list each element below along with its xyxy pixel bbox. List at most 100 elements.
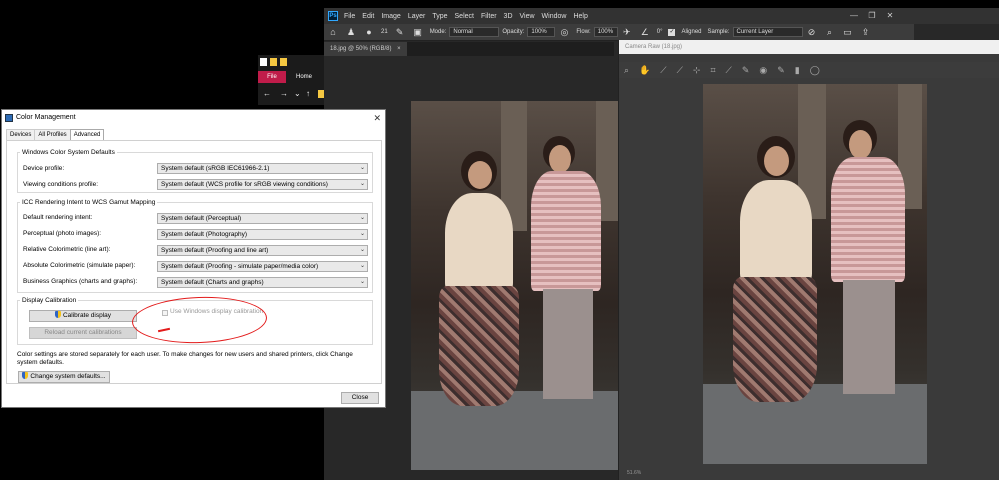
- device-profile-value: System default (sRGB IEC61966-2.1): [161, 165, 270, 172]
- color-management-dialog: Color Management ✕ Devices All Profiles …: [1, 109, 386, 408]
- brush-size-value: 21: [381, 29, 388, 35]
- menu-file[interactable]: File: [344, 13, 355, 20]
- mode-label: Mode:: [429, 29, 447, 35]
- calibration-group-legend: Display Calibration: [22, 297, 77, 304]
- brush-preset-icon[interactable]: ●: [363, 26, 375, 38]
- clone-source-icon[interactable]: ▣: [412, 26, 424, 38]
- close-icon[interactable]: ✕: [881, 8, 899, 24]
- close-icon[interactable]: ×: [397, 46, 401, 52]
- chevron-down-icon[interactable]: ⌄: [294, 89, 301, 98]
- device-profile-label: Device profile:: [23, 165, 65, 172]
- dialog-titlebar: Color Management ✕: [2, 110, 385, 126]
- device-profile-select[interactable]: System default (sRGB IEC61966-2.1) ⌄: [157, 163, 368, 174]
- chevron-down-icon: ⌄: [359, 181, 365, 187]
- folder-icon: [270, 58, 277, 66]
- share-icon[interactable]: ⇪: [860, 26, 872, 38]
- color-management-icon: [5, 114, 13, 122]
- menu-type[interactable]: Type: [432, 13, 447, 20]
- perceptual-select[interactable]: System default (Photography) ⌄: [157, 229, 368, 240]
- menu-view[interactable]: View: [520, 13, 535, 20]
- red-eye-icon[interactable]: ◉: [759, 65, 767, 76]
- flow-label: Flow:: [576, 29, 591, 35]
- targeted-adjustment-icon[interactable]: ⊹: [693, 65, 701, 76]
- airbrush-icon[interactable]: ✈: [621, 26, 633, 38]
- chevron-down-icon: ⌄: [359, 247, 365, 253]
- aligned-checkbox-icon[interactable]: ✓: [668, 28, 676, 36]
- chevron-down-icon: ⌄: [359, 279, 365, 285]
- relative-colorimetric-value: System default (Proofing and line art): [161, 247, 269, 254]
- menu-help[interactable]: Help: [573, 13, 587, 20]
- default-intent-label: Default rendering intent:: [23, 214, 93, 221]
- sample-label: Sample:: [707, 29, 730, 35]
- absolute-colorimetric-select[interactable]: System default (Proofing - simulate pape…: [157, 261, 368, 272]
- zoom-status[interactable]: 51.6%: [627, 470, 641, 476]
- perceptual-label: Perceptual (photo images):: [23, 230, 102, 237]
- ignore-adjustment-icon[interactable]: ⊘: [806, 26, 818, 38]
- advanced-panel: Windows Color System Defaults Device pro…: [6, 140, 382, 384]
- zoom-icon[interactable]: ⌕: [624, 65, 629, 76]
- document-tab[interactable]: 18.jpg @ 50% (RGB/8) ×: [324, 42, 407, 56]
- opacity-label: Opacity:: [502, 29, 525, 35]
- hand-icon[interactable]: ✋: [639, 65, 650, 76]
- menu-window[interactable]: Window: [542, 13, 567, 20]
- clone-stamp-icon[interactable]: ♟: [345, 26, 357, 38]
- file-icon: [260, 58, 267, 66]
- ps-document-tabs: 18.jpg @ 50% (RGB/8) ×: [324, 42, 614, 56]
- white-balance-icon[interactable]: ⟋: [660, 65, 666, 76]
- change-system-defaults-label: Change system defaults...: [30, 373, 106, 380]
- explorer-file-tab[interactable]: File: [258, 71, 286, 83]
- explorer-home-tab[interactable]: Home: [290, 71, 318, 83]
- menu-3d[interactable]: 3D: [504, 13, 513, 20]
- restore-icon[interactable]: ❐: [863, 8, 881, 24]
- sample-select[interactable]: Current Layer: [732, 27, 803, 37]
- mode-select[interactable]: Normal: [449, 27, 500, 37]
- color-sampler-icon[interactable]: ⟋: [677, 65, 683, 76]
- close-icon[interactable]: ✕: [373, 110, 381, 126]
- ps-window-controls: — ❐ ✕: [845, 8, 899, 24]
- dialog-title: Color Management: [16, 114, 76, 121]
- straighten-icon[interactable]: ⟋: [726, 65, 732, 76]
- angle-value[interactable]: 0°: [657, 29, 663, 35]
- viewing-conditions-label: Viewing conditions profile:: [23, 181, 99, 188]
- adjustment-brush-icon[interactable]: ✎: [777, 65, 785, 76]
- close-button[interactable]: Close: [341, 392, 379, 404]
- business-graphics-label: Business Graphics (charts and graphs):: [23, 278, 138, 285]
- menu-layer[interactable]: Layer: [408, 13, 426, 20]
- camera-raw-window: Camera Raw (18.jpg) ⌕ ✋ ⟋ ⟋ ⊹ ⌗ ⟋ ✎ ◉ ✎ …: [618, 40, 999, 480]
- opacity-input[interactable]: 100%: [527, 27, 556, 37]
- default-intent-select[interactable]: System default (Perceptual) ⌄: [157, 213, 368, 224]
- crop-icon[interactable]: ⌗: [710, 65, 715, 76]
- reload-calibrations-button[interactable]: Reload current calibrations: [29, 327, 137, 339]
- up-arrow-icon[interactable]: ↑: [306, 89, 310, 98]
- business-graphics-select[interactable]: System default (Charts and graphs) ⌄: [157, 277, 368, 288]
- search-icon[interactable]: ⌕: [824, 26, 836, 38]
- pressure-opacity-icon[interactable]: ◎: [558, 26, 570, 38]
- relative-colorimetric-select[interactable]: System default (Proofing and line art) ⌄: [157, 245, 368, 256]
- change-system-defaults-button[interactable]: Change system defaults...: [18, 371, 110, 383]
- forward-arrow-icon[interactable]: →: [280, 89, 288, 98]
- menu-filter[interactable]: Filter: [481, 13, 497, 20]
- graduated-filter-icon[interactable]: ▮: [795, 65, 800, 76]
- home-icon[interactable]: ⌂: [327, 26, 339, 38]
- back-arrow-icon[interactable]: ←: [263, 89, 271, 98]
- viewing-conditions-select[interactable]: System default (WCS profile for sRGB vie…: [157, 179, 368, 190]
- calibrate-display-button[interactable]: Calibrate display: [29, 310, 137, 322]
- viewing-conditions-value: System default (WCS profile for sRGB vie…: [161, 181, 328, 188]
- footer-description: Color settings are stored separately for…: [17, 351, 353, 366]
- chevron-down-icon: ⌄: [359, 215, 365, 221]
- menu-edit[interactable]: Edit: [362, 13, 374, 20]
- minimize-icon[interactable]: —: [845, 8, 863, 24]
- chevron-down-icon: ⌄: [359, 231, 365, 237]
- ps-menubar: Ps File Edit Image Layer Type Select Fil…: [324, 8, 999, 24]
- menu-image[interactable]: Image: [381, 13, 400, 20]
- flow-input[interactable]: 100%: [593, 27, 618, 37]
- menu-select[interactable]: Select: [455, 13, 474, 20]
- workspace-icon[interactable]: ▭: [842, 26, 854, 38]
- ps-options-bar: ⌂ ♟ ● 21 ✎ ▣ Mode: Normal Opacity: 100% …: [324, 24, 914, 41]
- uac-shield-icon: [22, 372, 29, 379]
- brush-settings-icon[interactable]: ✎: [394, 26, 406, 38]
- camera-raw-toolbar: ⌕ ✋ ⟋ ⟋ ⊹ ⌗ ⟋ ✎ ◉ ✎ ▮ ◯: [619, 62, 999, 78]
- radial-filter-icon[interactable]: ◯: [810, 65, 820, 76]
- spot-removal-icon[interactable]: ✎: [742, 65, 750, 76]
- default-intent-value: System default (Perceptual): [161, 215, 242, 222]
